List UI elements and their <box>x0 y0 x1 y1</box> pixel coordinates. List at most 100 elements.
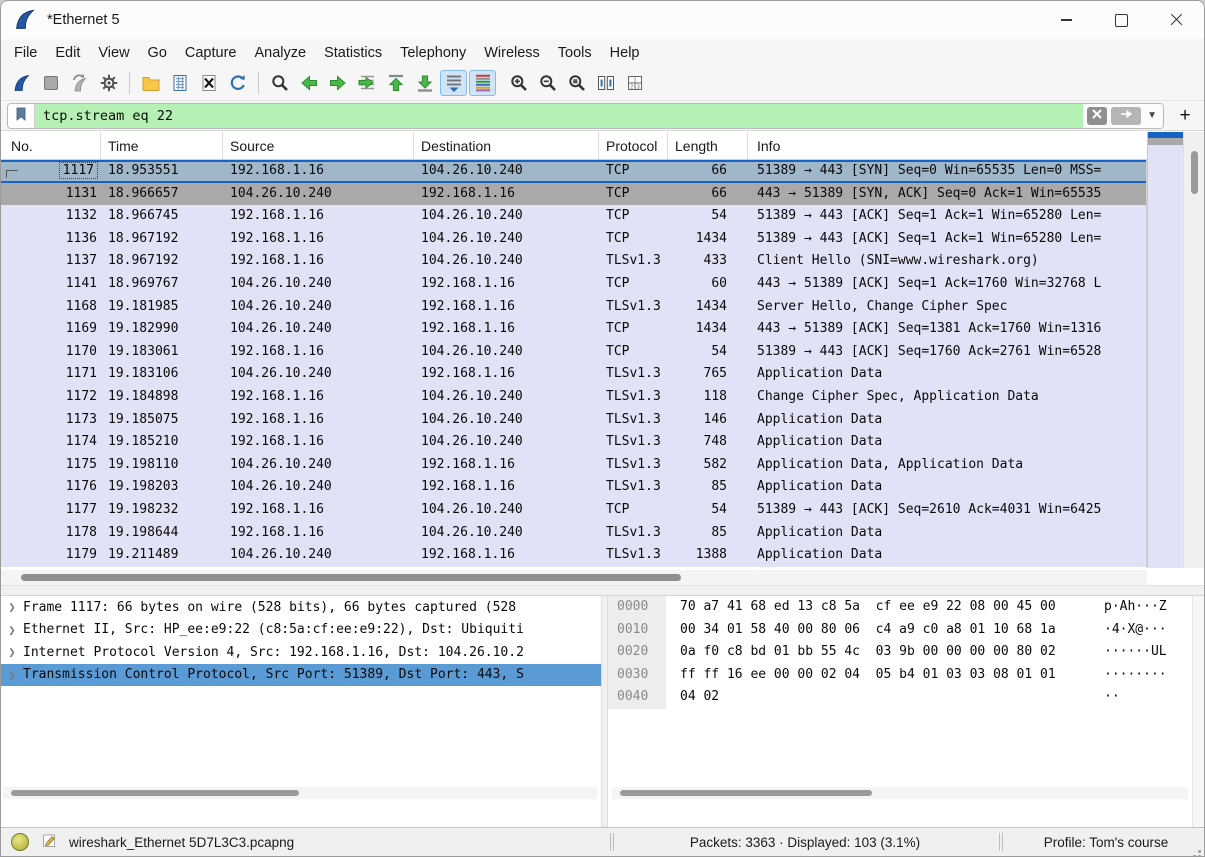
horizontal-scrollbar-thumb[interactable] <box>21 574 681 581</box>
go-forward-button[interactable] <box>324 70 351 96</box>
profile-selector[interactable]: Profile: Tom's course <box>1008 835 1204 850</box>
menu-help[interactable]: Help <box>601 42 649 64</box>
expand-chevron-icon[interactable]: ❯ <box>1 600 23 614</box>
packet-list-minimap[interactable] <box>1147 132 1183 568</box>
filter-clear-button[interactable] <box>1087 107 1107 125</box>
menu-statistics[interactable]: Statistics <box>315 42 391 64</box>
packet-row[interactable]: 117919.211489104.26.10.240192.168.1.16TL… <box>1 544 1146 567</box>
menu-wireless[interactable]: Wireless <box>475 42 549 64</box>
packet-row[interactable]: 111718.953551192.168.1.16104.26.10.240TC… <box>1 160 1146 183</box>
hex-row[interactable]: 001000 34 01 58 40 00 80 06 c4 a9 c0 a8 … <box>608 619 1192 642</box>
hex-row[interactable]: 0030ff ff 16 ee 00 00 02 04 05 b4 01 03 … <box>608 664 1192 687</box>
minimize-button[interactable] <box>1039 1 1094 39</box>
expand-chevron-icon[interactable]: ❯ <box>1 623 23 637</box>
expert-info-button[interactable] <box>11 833 29 851</box>
packet-row[interactable]: 117619.198203104.26.10.240192.168.1.16TL… <box>1 476 1146 499</box>
menu-capture[interactable]: Capture <box>176 42 246 64</box>
packet-row[interactable]: 117019.183061192.168.1.16104.26.10.240TC… <box>1 341 1146 364</box>
menu-file[interactable]: File <box>5 42 46 64</box>
capture-comment-button[interactable] <box>39 832 59 852</box>
packet-row[interactable]: 117319.185075192.168.1.16104.26.10.240TL… <box>1 409 1146 432</box>
capture-options-button[interactable] <box>95 70 122 96</box>
open-file-button[interactable] <box>137 70 164 96</box>
detail-tree-item[interactable]: ❯Internet Protocol Version 4, Src: 192.1… <box>1 641 601 664</box>
details-scrollbar-thumb[interactable] <box>11 790 299 796</box>
go-to-packet-button[interactable] <box>353 70 380 96</box>
minimap-gray-mark <box>1148 138 1183 145</box>
window-controls <box>1039 1 1204 39</box>
column-header-source[interactable]: Source <box>223 132 414 159</box>
packet-row[interactable]: 117219.184898192.168.1.16104.26.10.240TL… <box>1 386 1146 409</box>
pane-splitter[interactable] <box>1 585 1204 596</box>
column-header-length[interactable]: Length <box>668 132 748 159</box>
cell-source: 192.168.1.16 <box>223 160 414 183</box>
save-file-button[interactable] <box>166 70 193 96</box>
menu-telephony[interactable]: Telephony <box>391 42 475 64</box>
detail-tree-item[interactable]: ❯Transmission Control Protocol, Src Port… <box>1 664 601 687</box>
cell-info: Client Hello (SNI=www.wireshark.org) <box>748 250 1146 273</box>
packet-row[interactable]: 117719.198232192.168.1.16104.26.10.240TC… <box>1 499 1146 522</box>
column-header-info[interactable]: Info <box>748 132 1147 159</box>
detail-tree-item[interactable]: ❯Ethernet II, Src: HP_ee:e9:22 (c8:5a:cf… <box>1 619 601 642</box>
detail-tree-item[interactable]: ❯Frame 1117: 66 bytes on wire (528 bits)… <box>1 596 601 619</box>
column-header-time[interactable]: Time <box>101 132 223 159</box>
menu-analyze[interactable]: Analyze <box>245 42 315 64</box>
vertical-scrollbar-thumb[interactable] <box>1191 151 1198 194</box>
resize-grip[interactable] <box>1198 850 1201 853</box>
reload-file-button[interactable] <box>224 70 251 96</box>
packet-row[interactable]: 117519.198110104.26.10.240192.168.1.16TL… <box>1 454 1146 477</box>
menu-go[interactable]: Go <box>139 42 176 64</box>
close-button[interactable] <box>1149 1 1204 39</box>
packet-row[interactable]: 116819.181985104.26.10.240192.168.1.16TL… <box>1 296 1146 319</box>
start-capture-button[interactable] <box>8 70 35 96</box>
menu-view[interactable]: View <box>89 42 138 64</box>
details-hex-splitter[interactable] <box>601 596 608 830</box>
filter-dropdown-caret[interactable]: ▼ <box>1145 110 1159 121</box>
go-back-button[interactable] <box>295 70 322 96</box>
colorize-packets-button[interactable] <box>469 70 496 96</box>
go-top-icon <box>386 73 406 93</box>
reload-file-icon <box>228 73 248 93</box>
hex-row[interactable]: 000070 a7 41 68 ed 13 c8 5a cf ee e9 22 … <box>608 596 1192 619</box>
display-filter-input[interactable] <box>35 104 1083 128</box>
go-bottom-button[interactable] <box>411 70 438 96</box>
packet-row[interactable]: 113118.966657104.26.10.240192.168.1.16TC… <box>1 183 1146 206</box>
packet-row[interactable]: 113618.967192192.168.1.16104.26.10.240TC… <box>1 228 1146 251</box>
filter-apply-button[interactable] <box>1111 107 1141 125</box>
hex-row[interactable]: 004004 02·· <box>608 686 1192 709</box>
packet-row[interactable]: 117419.185210192.168.1.16104.26.10.240TL… <box>1 431 1146 454</box>
close-file-button[interactable] <box>195 70 222 96</box>
go-top-button[interactable] <box>382 70 409 96</box>
packet-row[interactable]: 117819.198644192.168.1.16104.26.10.240TL… <box>1 522 1146 545</box>
filter-bookmark-button[interactable] <box>8 104 35 128</box>
auto-scroll-button[interactable] <box>440 70 467 96</box>
packet-row[interactable]: 114118.969767104.26.10.240192.168.1.16TC… <box>1 273 1146 296</box>
menu-tools[interactable]: Tools <box>549 42 601 64</box>
packet-row[interactable]: 117119.183106104.26.10.240192.168.1.16TL… <box>1 363 1146 386</box>
packet-row[interactable]: 113718.967192192.168.1.16104.26.10.240TL… <box>1 250 1146 273</box>
zoom-reset-button[interactable] <box>563 70 590 96</box>
svg-text:1: 1 <box>633 78 636 84</box>
hex-scrollbar-thumb[interactable] <box>620 790 872 796</box>
resize-columns-button[interactable] <box>592 70 619 96</box>
zoom-out-button[interactable] <box>534 70 561 96</box>
expand-chevron-icon[interactable]: ❯ <box>1 645 23 659</box>
maximize-button[interactable] <box>1094 1 1149 39</box>
menu-edit[interactable]: Edit <box>46 42 89 64</box>
packet-row[interactable]: 116919.182990104.26.10.240192.168.1.16TC… <box>1 318 1146 341</box>
layout-chooser-button[interactable]: 123 <box>621 70 648 96</box>
column-header-no[interactable]: No. <box>1 132 101 159</box>
cell-no: 1174 <box>1 431 101 454</box>
hex-row[interactable]: 00200a f0 c8 bd 01 bb 55 4c 03 9b 00 00 … <box>608 641 1192 664</box>
restart-capture-button[interactable] <box>66 70 93 96</box>
column-header-protocol[interactable]: Protocol <box>599 132 668 159</box>
resize-columns-icon <box>596 73 616 93</box>
packet-row[interactable]: 113218.966745192.168.1.16104.26.10.240TC… <box>1 205 1146 228</box>
packet-number: 1178 <box>66 525 97 540</box>
column-header-destination[interactable]: Destination <box>414 132 599 159</box>
expand-chevron-icon[interactable]: ❯ <box>1 668 23 682</box>
find-packet-button[interactable] <box>266 70 293 96</box>
add-filter-button[interactable]: + <box>1172 104 1198 128</box>
stop-capture-button[interactable] <box>37 70 64 96</box>
zoom-in-button[interactable] <box>505 70 532 96</box>
